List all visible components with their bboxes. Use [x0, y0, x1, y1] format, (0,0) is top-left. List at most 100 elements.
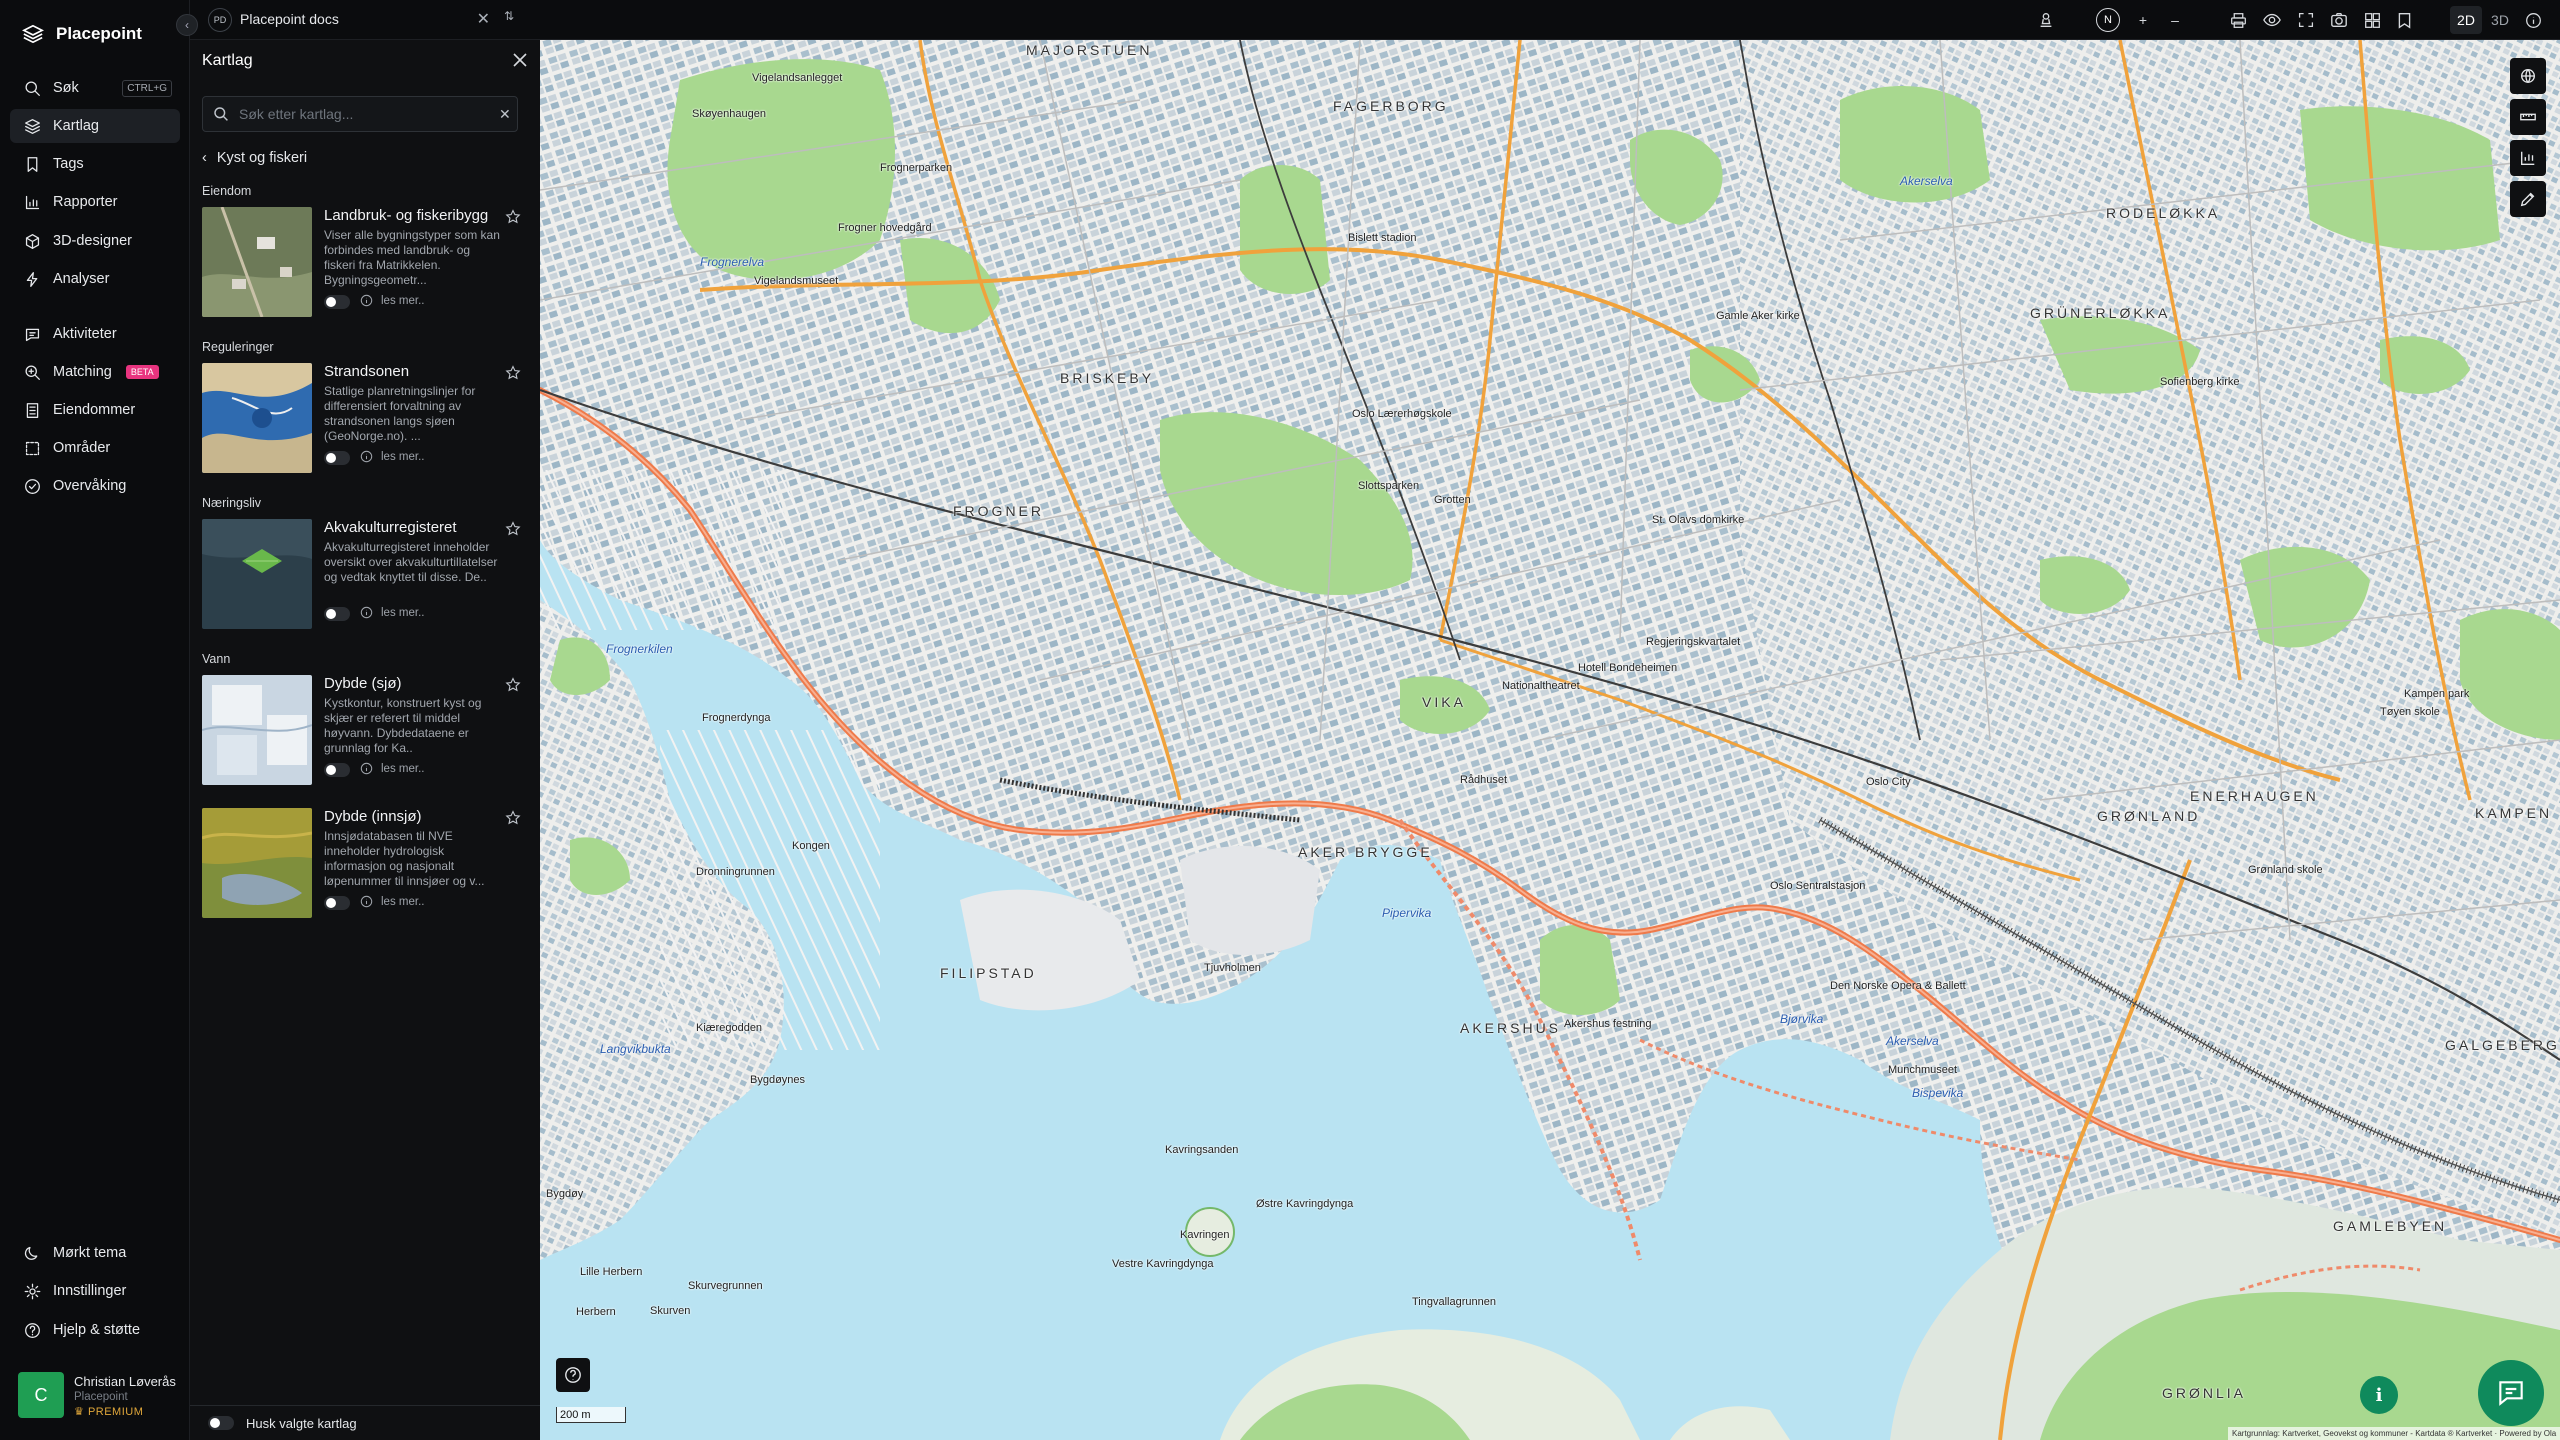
camera-icon[interactable] — [2329, 10, 2349, 30]
mode-2d-button[interactable]: 2D — [2450, 6, 2482, 34]
nav-item-overvaking[interactable]: Overvåking — [10, 469, 180, 503]
grid-icon[interactable] — [2362, 10, 2382, 30]
clear-search-icon[interactable]: ✕ — [499, 106, 511, 123]
chat-button[interactable] — [2478, 1360, 2544, 1426]
nav-item-eiendommer[interactable]: Eiendommer — [10, 393, 180, 427]
layer-title: Strandsonen — [324, 363, 410, 380]
user-profile[interactable]: C Christian Løverås Placepoint ♛ PREMIUM — [18, 1372, 176, 1418]
map-info-button[interactable]: i — [2360, 1376, 2398, 1414]
nav-label: Matching — [53, 364, 112, 380]
read-more-label: les mer.. — [381, 762, 425, 775]
ruler-icon — [2520, 113, 2536, 121]
nav-item-omrader[interactable]: Områder — [10, 431, 180, 465]
zoom-out-button[interactable]: – — [2165, 10, 2185, 30]
chat-icon — [24, 326, 41, 343]
compass-north-button[interactable]: N — [2096, 8, 2120, 32]
map-help-button[interactable] — [556, 1358, 590, 1392]
layer-description: Statlige planretningslinjer for differen… — [324, 384, 476, 443]
workspace-title[interactable]: Placepoint docs — [240, 11, 339, 27]
check-circle-icon — [24, 478, 41, 495]
remember-layers-row: Husk valgte kartlag — [190, 1405, 540, 1440]
nav-item-rapporter[interactable]: Rapporter — [10, 185, 180, 219]
star-icon[interactable] — [505, 521, 521, 537]
layer-card[interactable]: Strandsonen Statlige planretningslinjer f… — [202, 363, 527, 475]
layer-thumbnail — [202, 363, 312, 473]
close-icon[interactable]: ✕ — [477, 9, 490, 29]
map-tool-4[interactable] — [2510, 181, 2546, 217]
eye-icon[interactable] — [2262, 10, 2282, 30]
map-tool-3[interactable] — [2510, 140, 2546, 176]
nav-item-matching[interactable]: Matching BETA — [10, 355, 180, 389]
layer-description: Akvakulturregisteret inneholder oversikt… — [324, 540, 498, 584]
layer-thumbnail — [202, 207, 312, 317]
nav-label: Aktiviteter — [53, 326, 117, 342]
layer-search: ✕ — [202, 96, 518, 132]
nav-item-analyser[interactable]: Analyser — [10, 262, 180, 296]
back-button[interactable]: ‹ Kyst og fiskeri — [202, 150, 307, 166]
nav-label: Analyser — [53, 271, 110, 287]
star-icon[interactable] — [505, 810, 521, 826]
bookmark-icon — [24, 156, 41, 173]
print-icon[interactable] — [2228, 10, 2248, 30]
layer-toggle[interactable] — [324, 896, 350, 910]
collapse-sidebar-button[interactable]: ‹ — [176, 14, 198, 36]
remember-toggle[interactable] — [208, 1416, 234, 1430]
layer-description: Viser alle bygningstyper som kan forbind… — [324, 228, 500, 287]
read-more-link[interactable]: les mer.. — [360, 762, 424, 775]
fullscreen-icon[interactable] — [2296, 10, 2316, 30]
section-heading: Næringsliv — [202, 496, 262, 510]
zoom-in-button[interactable]: + — [2133, 10, 2153, 30]
nav-label: 3D-designer — [53, 233, 132, 249]
panel-title: Kartlag — [202, 52, 253, 69]
nav-item-3d[interactable]: 3D-designer — [10, 224, 180, 258]
layer-thumbnail — [202, 808, 312, 918]
map-tool-2[interactable] — [2510, 99, 2546, 135]
star-icon[interactable] — [505, 677, 521, 693]
layer-toggle[interactable] — [324, 295, 350, 309]
nav-item-kartlag[interactable]: Kartlag — [10, 109, 180, 143]
map-canvas[interactable]: MAJORSTUEN FAGERBORG RODELØKKA GRÜNERLØKKA B… — [540, 40, 2560, 1440]
read-more-link[interactable]: les mer.. — [360, 294, 424, 307]
nav-item-innstillinger[interactable]: Innstillinger — [10, 1274, 180, 1308]
nav-label: Eiendommer — [53, 402, 136, 418]
close-icon — [513, 53, 527, 67]
map-tool-1[interactable] — [2510, 58, 2546, 94]
layer-toggle[interactable] — [324, 607, 350, 621]
brand[interactable]: Placepoint — [22, 20, 142, 48]
globe-settings-icon — [2521, 69, 2535, 83]
info-circle-icon — [360, 294, 373, 307]
read-more-link[interactable]: les mer.. — [360, 450, 424, 463]
nav-label: Områder — [53, 440, 111, 456]
user-org: Placepoint — [74, 1391, 128, 1403]
layer-card[interactable]: Landbruk- og fiskeribygg Viser alle bygni… — [202, 207, 527, 319]
layer-panel: Kartlag ✕ ‹ Kyst og fiskeri Eiendom Landb… — [190, 40, 540, 1440]
info-circle-icon — [360, 762, 373, 775]
nav-item-tags[interactable]: Tags — [10, 147, 180, 181]
draw-tool-icon — [2520, 192, 2535, 207]
nav-label: Overvåking — [53, 478, 127, 494]
nav-item-hjelp[interactable]: Hjelp & støtte — [10, 1313, 180, 1347]
layer-card[interactable]: Dybde (sjø) Kystkontur, konstruert kyst o… — [202, 675, 527, 787]
read-more-link[interactable]: les mer.. — [360, 606, 424, 619]
sort-arrows-icon[interactable]: ⇅ — [504, 9, 514, 23]
layer-card[interactable]: Dybde (innsjø) Innsjødatabasen til NVE in… — [202, 808, 527, 920]
nav-item-sok[interactable]: Søk CTRL+G — [10, 71, 180, 105]
search-input[interactable] — [239, 106, 489, 122]
layer-toggle[interactable] — [324, 763, 350, 777]
star-icon[interactable] — [505, 209, 521, 225]
nav-item-tema[interactable]: Mørkt tema — [10, 1236, 180, 1270]
close-panel-button[interactable] — [510, 50, 530, 70]
layer-toggle[interactable] — [324, 451, 350, 465]
layer-card[interactable]: Akvakulturregisteret Akvakulturregisteret… — [202, 519, 527, 631]
star-icon[interactable] — [505, 365, 521, 381]
nav-item-aktiviteter[interactable]: Aktiviteter — [10, 317, 180, 351]
user-name: Christian Løverås — [74, 1374, 176, 1389]
premium-badge: ♛ PREMIUM — [74, 1406, 144, 1418]
mode-3d-button[interactable]: 3D — [2484, 6, 2516, 34]
bookmark-icon[interactable] — [2394, 10, 2414, 30]
help-circle-icon — [565, 1367, 581, 1383]
read-more-link[interactable]: les mer.. — [360, 895, 424, 908]
bar-chart-icon — [24, 194, 41, 211]
info-circle-icon[interactable] — [2523, 10, 2543, 30]
stamp-icon[interactable] — [2036, 10, 2056, 30]
